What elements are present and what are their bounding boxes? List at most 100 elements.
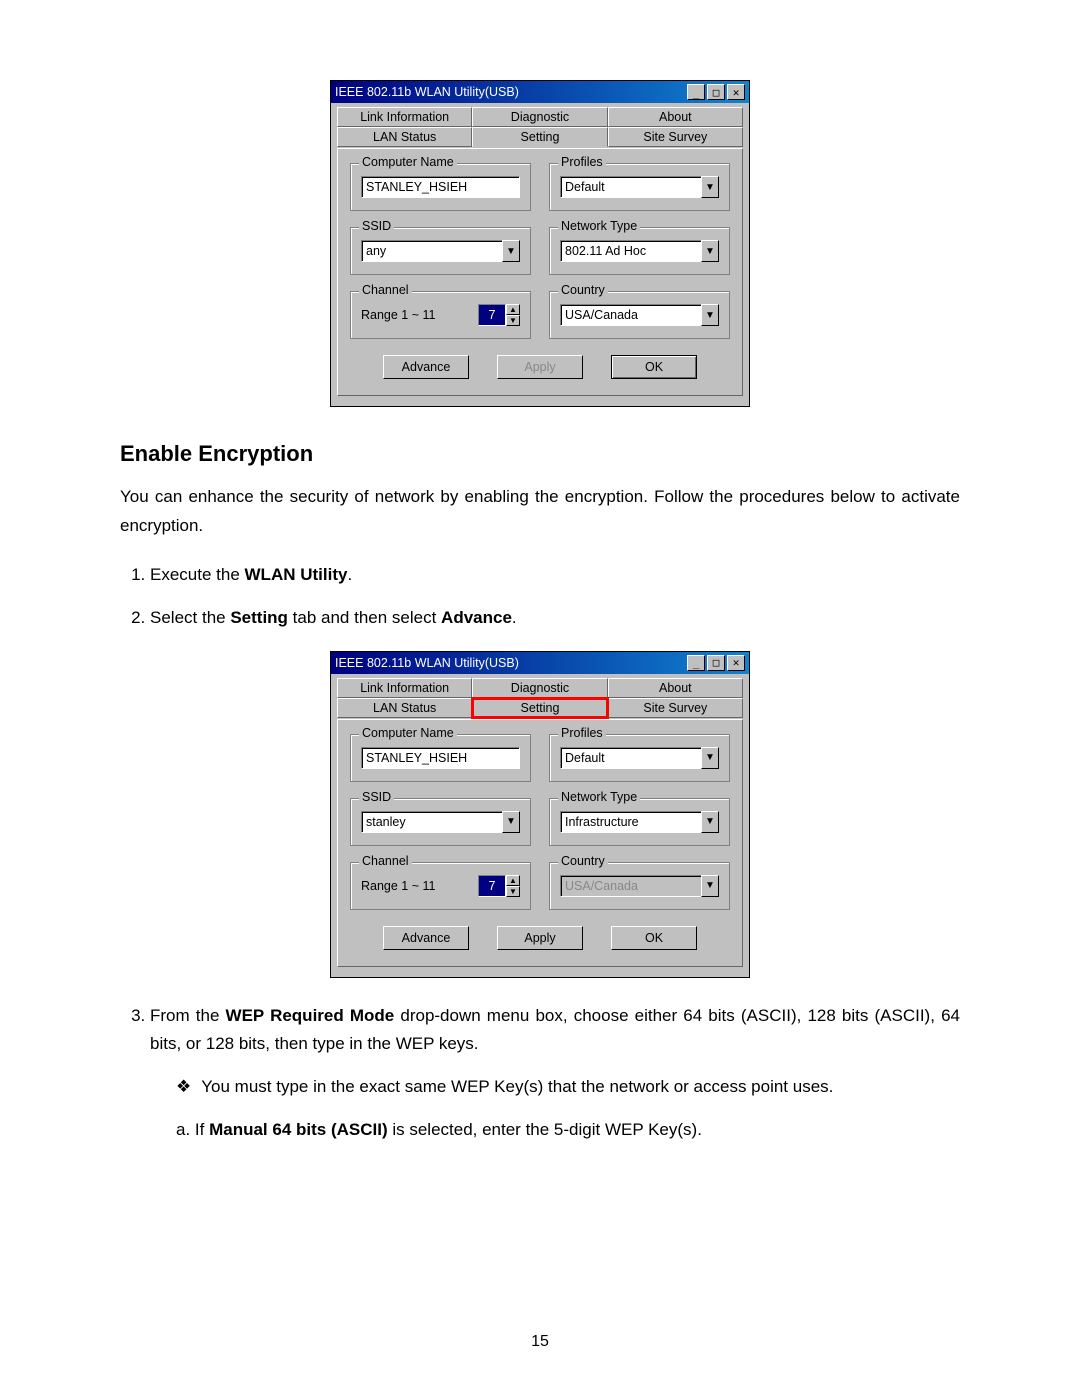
step-3: From the WEP Required Mode drop-down men… (150, 1002, 960, 1146)
profiles-label: Profiles (558, 726, 606, 740)
close-icon[interactable]: ✕ (727, 655, 745, 671)
chevron-down-icon: ▼ (701, 875, 719, 897)
ssid-select[interactable]: any ▼ (361, 240, 520, 262)
tab-strip: Link Information Diagnostic About LAN St… (337, 678, 743, 718)
maximize-icon[interactable]: □ (707, 84, 725, 100)
advance-button[interactable]: Advance (383, 926, 469, 950)
country-label: Country (558, 283, 608, 297)
group-profiles: Profiles Default ▼ (549, 734, 730, 782)
profiles-select[interactable]: Default ▼ (560, 747, 719, 769)
group-channel: Channel Range 1 ~ 11 7 ▲ ▼ (350, 291, 531, 339)
page-number: 15 (0, 1333, 1080, 1351)
group-computer-name: Computer Name STANLEY_HSIEH (350, 734, 531, 782)
window-title: IEEE 802.11b WLAN Utility(USB) (335, 656, 685, 670)
diamond-icon: ❖ (176, 1073, 191, 1102)
ssid-value: stanley (361, 811, 502, 833)
spin-up-icon[interactable]: ▲ (506, 304, 520, 315)
channel-range-text: Range 1 ~ 11 (361, 308, 470, 322)
tab-diagnostic[interactable]: Diagnostic (472, 678, 607, 698)
channel-range-text: Range 1 ~ 11 (361, 879, 470, 893)
channel-value: 7 (478, 304, 506, 326)
computer-name-field[interactable]: STANLEY_HSIEH (361, 747, 520, 769)
group-country: Country USA/Canada ▼ (549, 291, 730, 339)
wlan-utility-window-2: IEEE 802.11b WLAN Utility(USB) _ □ ✕ Lin… (330, 651, 750, 978)
tab-setting[interactable]: Setting (472, 698, 607, 718)
apply-button[interactable]: Apply (497, 926, 583, 950)
profiles-value: Default (560, 747, 701, 769)
group-network-type: Network Type 802.11 Ad Hoc ▼ (549, 227, 730, 275)
group-profiles: Profiles Default ▼ (549, 163, 730, 211)
country-value: USA/Canada (560, 304, 701, 326)
computer-name-field[interactable]: STANLEY_HSIEH (361, 176, 520, 198)
tab-about[interactable]: About (608, 678, 743, 698)
computer-name-label: Computer Name (359, 155, 457, 169)
step-2: Select the Setting tab and then select A… (150, 604, 960, 633)
steps-list: Execute the WLAN Utility. Select the Set… (120, 561, 960, 633)
profiles-select[interactable]: Default ▼ (560, 176, 719, 198)
ssid-label: SSID (359, 219, 394, 233)
network-type-value: Infrastructure (560, 811, 701, 833)
network-type-value: 802.11 Ad Hoc (560, 240, 701, 262)
advance-button[interactable]: Advance (383, 355, 469, 379)
chevron-down-icon[interactable]: ▼ (701, 240, 719, 262)
profiles-label: Profiles (558, 155, 606, 169)
tab-link-information[interactable]: Link Information (337, 678, 472, 698)
network-type-label: Network Type (558, 219, 640, 233)
tab-about[interactable]: About (608, 107, 743, 127)
network-type-label: Network Type (558, 790, 640, 804)
tab-link-information[interactable]: Link Information (337, 107, 472, 127)
tab-panel-setting: Computer Name STANLEY_HSIEH Profiles Def… (337, 719, 743, 967)
group-country: Country USA/Canada ▼ (549, 862, 730, 910)
network-type-select[interactable]: Infrastructure ▼ (560, 811, 719, 833)
window-title: IEEE 802.11b WLAN Utility(USB) (335, 85, 685, 99)
profiles-value: Default (560, 176, 701, 198)
country-label: Country (558, 854, 608, 868)
chevron-down-icon[interactable]: ▼ (701, 747, 719, 769)
titlebar[interactable]: IEEE 802.11b WLAN Utility(USB) _ □ ✕ (331, 81, 749, 103)
close-icon[interactable]: ✕ (727, 84, 745, 100)
tab-lan-status[interactable]: LAN Status (337, 698, 472, 718)
ssid-value: any (361, 240, 502, 262)
wlan-utility-window-1: IEEE 802.11b WLAN Utility(USB) _ □ ✕ Lin… (330, 80, 750, 407)
group-computer-name: Computer Name STANLEY_HSIEH (350, 163, 531, 211)
apply-button[interactable]: Apply (497, 355, 583, 379)
tab-setting[interactable]: Setting (472, 127, 607, 147)
chevron-down-icon[interactable]: ▼ (701, 176, 719, 198)
tab-lan-status[interactable]: LAN Status (337, 127, 472, 147)
tab-site-survey[interactable]: Site Survey (608, 698, 743, 718)
tab-panel-setting: Computer Name STANLEY_HSIEH Profiles Def… (337, 148, 743, 396)
channel-value: 7 (478, 875, 506, 897)
step-1: Execute the WLAN Utility. (150, 561, 960, 590)
ok-button[interactable]: OK (611, 926, 697, 950)
ssid-label: SSID (359, 790, 394, 804)
country-select: USA/Canada ▼ (560, 875, 719, 897)
section-heading: Enable Encryption (120, 441, 960, 467)
tab-strip: Link Information Diagnostic About LAN St… (337, 107, 743, 147)
group-channel: Channel Range 1 ~ 11 7 ▲ ▼ (350, 862, 531, 910)
ok-button[interactable]: OK (611, 355, 697, 379)
chevron-down-icon[interactable]: ▼ (701, 811, 719, 833)
channel-stepper[interactable]: 7 ▲ ▼ (478, 304, 520, 326)
tab-site-survey[interactable]: Site Survey (608, 127, 743, 147)
channel-label: Channel (359, 283, 412, 297)
minimize-icon[interactable]: _ (687, 84, 705, 100)
spin-down-icon[interactable]: ▼ (506, 886, 520, 897)
chevron-down-icon[interactable]: ▼ (502, 240, 520, 262)
country-value: USA/Canada (560, 875, 701, 897)
ssid-select[interactable]: stanley ▼ (361, 811, 520, 833)
intro-paragraph: You can enhance the security of network … (120, 483, 960, 541)
country-select[interactable]: USA/Canada ▼ (560, 304, 719, 326)
chevron-down-icon[interactable]: ▼ (701, 304, 719, 326)
minimize-icon[interactable]: _ (687, 655, 705, 671)
group-network-type: Network Type Infrastructure ▼ (549, 798, 730, 846)
tab-diagnostic[interactable]: Diagnostic (472, 107, 607, 127)
network-type-select[interactable]: 802.11 Ad Hoc ▼ (560, 240, 719, 262)
channel-label: Channel (359, 854, 412, 868)
channel-stepper[interactable]: 7 ▲ ▼ (478, 875, 520, 897)
spin-up-icon[interactable]: ▲ (506, 875, 520, 886)
group-ssid: SSID stanley ▼ (350, 798, 531, 846)
chevron-down-icon[interactable]: ▼ (502, 811, 520, 833)
spin-down-icon[interactable]: ▼ (506, 315, 520, 326)
titlebar[interactable]: IEEE 802.11b WLAN Utility(USB) _ □ ✕ (331, 652, 749, 674)
maximize-icon[interactable]: □ (707, 655, 725, 671)
